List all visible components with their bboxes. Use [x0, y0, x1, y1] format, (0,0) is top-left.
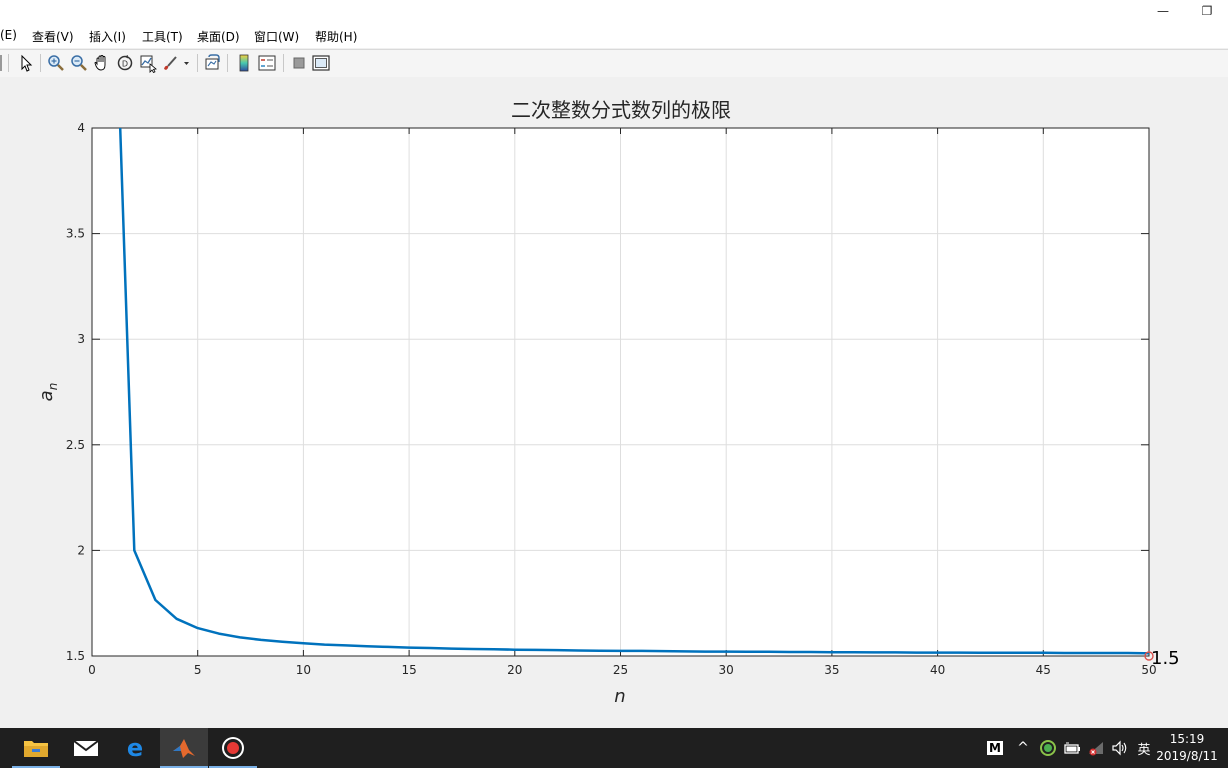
x-tick-label: 30 [719, 663, 734, 677]
taskbar: e M ^ 英 15:19 2019/8/11 [0, 728, 1228, 768]
x-tick-labels: 0 5 10 15 20 25 30 35 40 45 50 [88, 663, 1156, 677]
x-tick-label: 15 [401, 663, 416, 677]
pointer-icon[interactable] [16, 53, 36, 73]
y-tick-labels: 1.5 2 2.5 3 3.5 4 [66, 121, 85, 663]
taskbar-app-recorder[interactable] [209, 728, 257, 768]
taskbar-app-mail[interactable] [62, 728, 110, 768]
x-axis-label: n [614, 686, 625, 707]
taskbar-clock[interactable]: 15:19 2019/8/11 [1152, 731, 1222, 765]
x-tick-label: 35 [824, 663, 839, 677]
menu-bar: (E) 查看(V) 插入(I) 工具(T) 桌面(D) 窗口(W) 帮助(H) [0, 24, 1228, 48]
tray-volume[interactable] [1110, 728, 1130, 768]
restore-icon: ❐ [1201, 4, 1213, 18]
x-tick-label: 0 [88, 663, 96, 677]
y-axis-label: an [36, 383, 60, 402]
taskbar-app-edge[interactable]: e [111, 728, 159, 768]
y-tick-label: 3.5 [66, 227, 85, 241]
restore-button[interactable]: ❐ [1186, 0, 1228, 22]
figure-toolbar: D [0, 49, 1228, 78]
menu-insert[interactable]: 插入(I) [89, 28, 126, 45]
tray-show-hidden[interactable]: ^ [1014, 728, 1032, 768]
y-tick-label: 4 [77, 121, 85, 135]
clock-time: 15:19 [1169, 732, 1205, 746]
y-tick-label: 2.5 [66, 438, 85, 452]
x-tick-label: 20 [507, 663, 522, 677]
x-tick-label: 50 [1141, 663, 1156, 677]
pan-icon[interactable] [92, 53, 112, 73]
show-plot-tools-icon[interactable] [311, 53, 331, 73]
x-tick-label: 5 [194, 663, 202, 677]
x-tick-label: 45 [1036, 663, 1051, 677]
line-chart: 二次整数分式数列的极限 1.5 0 5 10 15 20 25 30 35 40 45 50 1.5… [36, 98, 1180, 707]
menu-view[interactable]: 查看(V) [32, 28, 74, 45]
y-tick-label: 2 [77, 543, 85, 557]
figure-area: 二次整数分式数列的极限 1.5 0 5 10 15 20 25 30 35 40 45 50 1.5… [0, 77, 1228, 728]
toolbar-grip [0, 55, 2, 71]
y-tick-label: 1.5 [66, 649, 85, 663]
minimize-icon: — [1157, 4, 1169, 18]
zoom-out-icon[interactable] [69, 53, 89, 73]
toolbar-separator [227, 54, 228, 72]
zoom-in-icon[interactable] [46, 53, 66, 73]
colorbar-icon[interactable] [234, 53, 254, 73]
status-green-icon [1040, 740, 1056, 756]
menu-desktop[interactable]: 桌面(D) [197, 28, 240, 45]
toolbar-separator [283, 54, 284, 72]
edge-icon: e [127, 735, 143, 761]
rotate-3d-icon[interactable]: D [115, 53, 135, 73]
battery-icon [1064, 742, 1080, 754]
legend-icon[interactable] [257, 53, 277, 73]
menu-tools[interactable]: 工具(T) [142, 28, 183, 45]
chevron-up-icon: ^ [1017, 740, 1029, 756]
menu-help[interactable]: 帮助(H) [315, 28, 357, 45]
menu-window[interactable]: 窗口(W) [254, 28, 299, 45]
toolbar-separator [197, 54, 198, 72]
y-axis-label-main: a [36, 390, 57, 401]
mail-icon [73, 740, 99, 756]
menu-edit[interactable]: (E) [0, 28, 17, 42]
brush-icon[interactable] [161, 53, 191, 73]
taskbar-app-matlab[interactable] [160, 728, 208, 768]
record-icon [222, 737, 244, 759]
toolbar-separator [40, 54, 41, 72]
input-language: 英 [1137, 742, 1151, 758]
tray-status[interactable] [1038, 728, 1058, 768]
link-plot-icon[interactable] [203, 53, 223, 73]
tray-matlab-m[interactable]: M [986, 728, 1004, 768]
x-tick-label: 25 [613, 663, 628, 677]
x-tick-label: 40 [930, 663, 945, 677]
m-icon: M [987, 741, 1003, 755]
hide-plot-tools-icon[interactable] [289, 53, 309, 73]
tray-input-language[interactable]: 英 [1134, 728, 1154, 768]
title-bar: — ❐ [0, 0, 1228, 24]
toolbar-separator [8, 54, 9, 72]
clock-date: 2019/8/11 [1156, 749, 1218, 763]
x-tick-label: 10 [296, 663, 311, 677]
taskbar-app-file-explorer[interactable] [12, 728, 60, 768]
volume-icon [1112, 740, 1127, 756]
tray-network[interactable] [1086, 728, 1106, 768]
tray-battery[interactable] [1062, 728, 1082, 768]
y-tick-label: 3 [77, 332, 85, 346]
svg-text:D: D [122, 60, 128, 69]
wifi-disconnected-icon [1089, 742, 1103, 756]
matlab-icon [173, 739, 195, 758]
y-axis-label-sub: n [46, 383, 60, 391]
svg-text:e: e [127, 735, 143, 761]
minimize-button[interactable]: — [1140, 0, 1186, 22]
file-explorer-icon [24, 741, 48, 757]
data-cursor-icon[interactable] [138, 53, 158, 73]
chart-title: 二次整数分式数列的极限 [511, 98, 731, 122]
